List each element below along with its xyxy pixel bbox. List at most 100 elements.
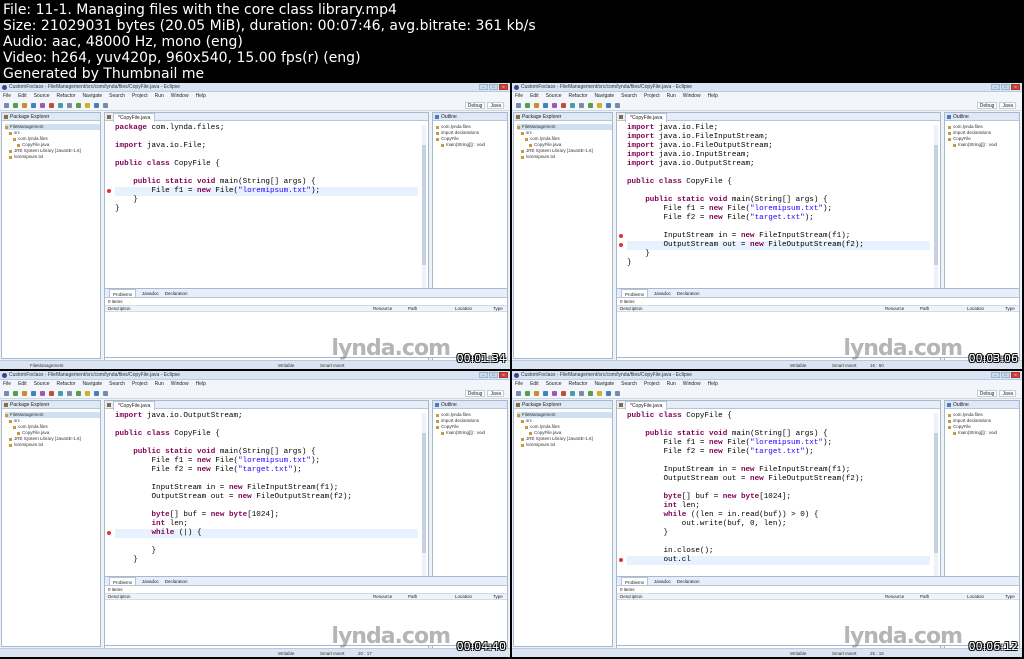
maximize-button[interactable]: □ [489,372,498,378]
menu-edit[interactable]: Edit [18,92,27,100]
toolbar-button-icon[interactable] [525,391,530,396]
menu-run[interactable]: Run [155,92,164,100]
col-location[interactable]: Location [455,594,472,600]
toolbar-button-icon[interactable] [13,103,18,108]
menu-project[interactable]: Project [644,92,660,100]
toolbar-button-icon[interactable] [67,391,72,396]
toolbar-button-icon[interactable] [579,391,584,396]
maximize-button[interactable]: □ [1001,84,1010,90]
menu-project[interactable]: Project [132,380,148,388]
toolbar-button-icon[interactable] [76,103,81,108]
col-resource[interactable]: Resource [885,306,904,312]
error-marker-icon[interactable] [107,189,111,193]
menu-navigate[interactable]: Navigate [82,92,102,100]
debug-perspective-button[interactable]: Debug [464,390,486,397]
toolbar-button-icon[interactable] [579,103,584,108]
menu-help[interactable]: Help [196,92,206,100]
toolbar-button-icon[interactable] [103,103,108,108]
tab-problems[interactable]: Problems [621,289,649,297]
toolbar-button-icon[interactable] [552,391,557,396]
minimize-button[interactable]: – [479,372,488,378]
tree-item[interactable]: loremipsum.txt [9,154,100,160]
menu-refactor[interactable]: Refactor [569,92,588,100]
outline-tab[interactable]: Outline [433,401,507,409]
debug-perspective-button[interactable]: Debug [976,102,998,109]
col-type[interactable]: Type [1005,594,1015,600]
outline-tab[interactable]: Outline [945,113,1019,121]
toolbar-button-icon[interactable] [534,103,539,108]
toolbar-button-icon[interactable] [606,103,611,108]
menu-search[interactable]: Search [621,380,637,388]
outline-item[interactable]: main(String[]) : void [953,142,1019,148]
col-resource[interactable]: Resource [885,594,904,600]
tab-problems[interactable]: Problems [109,577,137,585]
toolbar-button-icon[interactable] [49,391,54,396]
toolbar-button-icon[interactable] [525,103,530,108]
col-description[interactable]: Description [620,594,643,600]
menu-source[interactable]: Source [34,92,50,100]
tab-javadoc[interactable]: Javadoc [142,577,159,585]
toolbar-button-icon[interactable] [49,103,54,108]
toolbar-button-icon[interactable] [552,103,557,108]
source-code[interactable]: package com.lynda.files; import java.io.… [115,124,418,214]
col-location[interactable]: Location [967,594,984,600]
scroll-thumb[interactable] [934,145,938,265]
maximize-button[interactable]: □ [489,84,498,90]
menu-file[interactable]: File [515,380,523,388]
java-perspective-button[interactable]: Java [487,390,504,397]
menu-window[interactable]: Window [683,380,701,388]
toolbar-button-icon[interactable] [94,103,99,108]
menu-search[interactable]: Search [109,92,125,100]
menu-refactor[interactable]: Refactor [57,92,76,100]
toolbar-button-icon[interactable] [58,391,63,396]
toolbar-button-icon[interactable] [597,391,602,396]
menu-window[interactable]: Window [683,92,701,100]
tree-item[interactable]: loremipsum.txt [9,442,100,448]
outline-tab[interactable]: Outline [945,401,1019,409]
debug-perspective-button[interactable]: Debug [464,102,486,109]
outline-item[interactable]: main(String[]) : void [953,430,1019,436]
col-location[interactable]: Location [967,306,984,312]
minimize-button[interactable]: – [479,84,488,90]
toolbar-button-icon[interactable] [67,103,72,108]
error-marker-icon[interactable] [619,558,623,562]
tab-javadoc[interactable]: Javadoc [654,289,671,297]
toolbar-button-icon[interactable] [40,391,45,396]
col-type[interactable]: Type [493,306,503,312]
toolbar-button-icon[interactable] [4,391,9,396]
col-location[interactable]: Location [455,306,472,312]
toolbar-button-icon[interactable] [31,103,36,108]
outline-tab[interactable]: Outline [433,113,507,121]
toolbar-button-icon[interactable] [22,391,27,396]
col-type[interactable]: Type [1005,306,1015,312]
debug-perspective-button[interactable]: Debug [976,390,998,397]
editor-tab[interactable]: *CopyFile.java [625,113,668,122]
error-marker-icon[interactable] [107,531,111,535]
tab-declaration[interactable]: Declaration [165,577,188,585]
menu-source[interactable]: Source [34,380,50,388]
tab-javadoc[interactable]: Javadoc [654,577,671,585]
toolbar-button-icon[interactable] [534,391,539,396]
toolbar-button-icon[interactable] [570,391,575,396]
close-button[interactable]: × [499,84,508,90]
col-path[interactable]: Path [920,594,929,600]
toolbar-button-icon[interactable] [58,103,63,108]
col-type[interactable]: Type [493,594,503,600]
source-code[interactable]: public class CopyFile { public static vo… [627,412,930,565]
menu-run[interactable]: Run [667,380,676,388]
tab-javadoc[interactable]: Javadoc [142,289,159,297]
menu-source[interactable]: Source [546,380,562,388]
toolbar-button-icon[interactable] [597,103,602,108]
maximize-button[interactable]: □ [1001,372,1010,378]
tab-declaration[interactable]: Declaration [165,289,188,297]
source-code[interactable]: import java.io.File; import java.io.FileI… [627,124,930,268]
editor-tab[interactable]: *CopyFile.java [625,401,668,410]
error-marker-icon[interactable] [619,234,623,238]
toolbar-button-icon[interactable] [588,103,593,108]
menu-file[interactable]: File [515,92,523,100]
scroll-thumb[interactable] [422,145,426,265]
menu-navigate[interactable]: Navigate [594,380,614,388]
java-perspective-button[interactable]: Java [999,390,1016,397]
menu-navigate[interactable]: Navigate [594,92,614,100]
outline-item[interactable]: main(String[]) : void [441,430,507,436]
